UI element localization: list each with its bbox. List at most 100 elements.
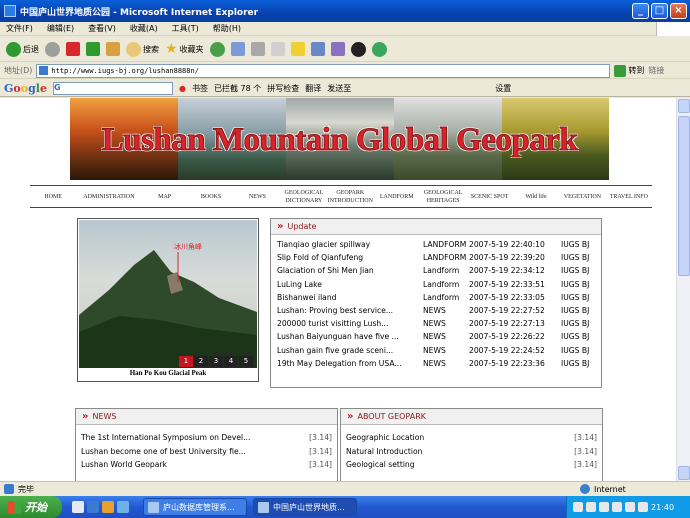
scroll-thumb[interactable] [678, 116, 690, 276]
nav-geological-heritages[interactable]: GEOLOGICAL HERITAGES [420, 189, 466, 205]
geopark-row[interactable]: Natural Introduction [3.14] [341, 445, 602, 459]
update-title-cell[interactable]: 200000 turist visitting Lush... [277, 319, 423, 328]
research-button[interactable] [310, 42, 325, 56]
update-row[interactable]: Bishanwei iland Landform 2007-5-19 22:33:0… [271, 291, 601, 304]
forward-button[interactable] [45, 41, 60, 57]
nav-scenic-spot[interactable]: SCENIC SPOT [466, 193, 512, 201]
nav-wild-life[interactable]: Wild life [513, 193, 559, 201]
messenger-button[interactable] [330, 42, 345, 56]
pager-2[interactable]: 2 [194, 356, 208, 367]
geopark-link[interactable]: Geological setting [346, 460, 415, 469]
ie-quicklaunch-icon[interactable] [87, 501, 99, 513]
menu-file[interactable]: 文件(F) [6, 23, 33, 34]
news-row[interactable]: Lushan World Geopark [3.14] [76, 458, 337, 472]
menu-favorites[interactable]: 收藏(A) [130, 23, 158, 34]
scroll-up-arrow[interactable] [678, 99, 690, 113]
news-link[interactable]: Lushan World Geopark [81, 460, 167, 469]
update-row[interactable]: Lushan gain five grade sceni... NEWS 2007-… [271, 344, 601, 357]
address-input[interactable]: http://www.iugs-bj.org/lushan8888n/ [36, 63, 611, 78]
pager-1[interactable]: 1 [179, 356, 193, 367]
update-title-cell[interactable]: 19th May Delegation from USA... [277, 359, 423, 368]
translate-button[interactable]: 翻译 [305, 83, 321, 94]
geopark-link[interactable]: Geographic Location [346, 433, 424, 442]
nav-vegetation[interactable]: VEGETATION [559, 193, 605, 201]
home-button[interactable] [106, 42, 120, 56]
menu-edit[interactable]: 编辑(E) [47, 23, 74, 34]
nav-geological-dictionary[interactable]: GEOLOGICAL DICTIONARY [281, 189, 327, 205]
tray-icon[interactable] [573, 502, 583, 512]
update-row[interactable]: 19th May Delegation from USA... NEWS 2007-… [271, 357, 601, 370]
discuss-button[interactable] [290, 42, 305, 56]
update-title-cell[interactable]: Bishanwei iland [277, 293, 423, 302]
task-browser[interactable]: 中国庐山世界地质... [253, 498, 357, 516]
featured-photo[interactable]: 冰川角峰 1 2 3 4 5 [79, 220, 257, 368]
media-player-icon[interactable] [102, 501, 114, 513]
update-title-cell[interactable]: Lushan Baiyunguan have five ... [277, 332, 423, 341]
news-row[interactable]: Lushan become one of best University fie… [76, 445, 337, 459]
google-search-input[interactable]: G [52, 81, 173, 95]
refresh-button[interactable] [86, 42, 100, 56]
favorites-button[interactable]: ★ 收藏夹 [165, 41, 204, 57]
geopark-link[interactable]: Natural Introduction [346, 447, 422, 456]
minimize-button[interactable]: _ [632, 3, 649, 19]
geopark-row[interactable]: Geographic Location [3.14] [341, 431, 602, 445]
back-button[interactable]: 后退 [6, 41, 39, 57]
update-row[interactable]: Lushan: Proving best service... NEWS 2007-… [271, 304, 601, 317]
news-row[interactable]: The 1st International Symposium on Devel… [76, 431, 337, 445]
news-link[interactable]: Lushan become one of best University fie… [81, 447, 246, 456]
update-title-cell[interactable]: Glaciation of Shi Men Jian [277, 266, 423, 275]
update-row[interactable]: 200000 turist visitting Lush... NEWS 2007-… [271, 317, 601, 330]
update-row[interactable]: LuLing Lake Landform 2007-5-19 22:33:51 IUG… [271, 278, 601, 291]
scroll-down-arrow[interactable] [678, 466, 690, 480]
menu-tools[interactable]: 工具(T) [172, 23, 199, 34]
mail-button[interactable] [230, 42, 245, 56]
google-settings-button[interactable]: 设置 [495, 83, 511, 94]
menu-help[interactable]: 帮助(H) [213, 23, 241, 34]
update-title-cell[interactable]: Tianqiao glacier spillway [277, 240, 423, 249]
msn-button[interactable] [371, 41, 387, 57]
tray-icon[interactable] [599, 502, 609, 512]
task-database[interactable]: 庐山数据库管理系... [143, 498, 247, 516]
tray-icon[interactable] [625, 502, 635, 512]
show-desktop-icon[interactable] [72, 501, 84, 513]
tray-icon[interactable] [638, 502, 648, 512]
menu-view[interactable]: 查看(V) [88, 23, 116, 34]
print-button[interactable] [250, 42, 265, 56]
go-button[interactable]: 转到 [614, 64, 644, 77]
update-title-cell[interactable]: Lushan: Proving best service... [277, 306, 423, 315]
nav-landform[interactable]: LANDFORM [374, 193, 420, 201]
update-title-cell[interactable]: Slip Fold of Qianfufeng [277, 253, 423, 262]
spellcheck-button[interactable]: 拼写检查 [267, 83, 299, 94]
google-search-icon[interactable]: ● [179, 84, 186, 93]
update-title-cell[interactable]: Lushan gain five grade sceni... [277, 346, 423, 355]
nav-books[interactable]: BOOKS [188, 193, 234, 201]
pager-3[interactable]: 3 [209, 356, 223, 367]
geopark-row[interactable]: Geological setting [3.14] [341, 458, 602, 472]
explorer-icon[interactable] [117, 501, 129, 513]
send-to-button[interactable]: 发送至 [327, 83, 351, 94]
nav-travel-info[interactable]: TRAVEL INFO [606, 193, 652, 201]
close-button[interactable]: × [670, 3, 687, 19]
update-title-cell[interactable]: LuLing Lake [277, 280, 423, 289]
update-row[interactable]: Slip Fold of Qianfufeng LANDFORM 2007-5-19… [271, 251, 601, 264]
bookmarks-button[interactable]: 书签 [192, 83, 208, 94]
edit-button[interactable] [270, 42, 285, 56]
search-button[interactable]: 搜索 [126, 41, 159, 57]
start-button[interactable]: 开始 [0, 496, 62, 518]
nav-geopark-introduction[interactable]: GEOPARK INTRODUCTION [327, 189, 373, 205]
qq-button[interactable] [350, 41, 366, 57]
update-row[interactable]: Glaciation of Shi Men Jian Landform 2007-5… [271, 264, 601, 277]
pager-4[interactable]: 4 [224, 356, 238, 367]
pager-5[interactable]: 5 [239, 356, 253, 367]
popup-blocked-button[interactable]: 已拦截 78 个 [214, 83, 261, 94]
nav-home[interactable]: HOME [30, 193, 76, 201]
nav-map[interactable]: MAP [141, 193, 187, 201]
news-link[interactable]: The 1st International Symposium on Devel… [81, 433, 250, 442]
update-row[interactable]: Tianqiao glacier spillway LANDFORM 2007-5-… [271, 238, 601, 251]
tray-icon[interactable] [612, 502, 622, 512]
tray-icon[interactable] [586, 502, 596, 512]
nav-news[interactable]: NEWS [234, 193, 280, 201]
update-row[interactable]: Lushan Baiyunguan have five ... NEWS 2007-… [271, 330, 601, 343]
links-label[interactable]: 链接 [648, 65, 664, 76]
maximize-button[interactable]: □ [651, 3, 668, 19]
